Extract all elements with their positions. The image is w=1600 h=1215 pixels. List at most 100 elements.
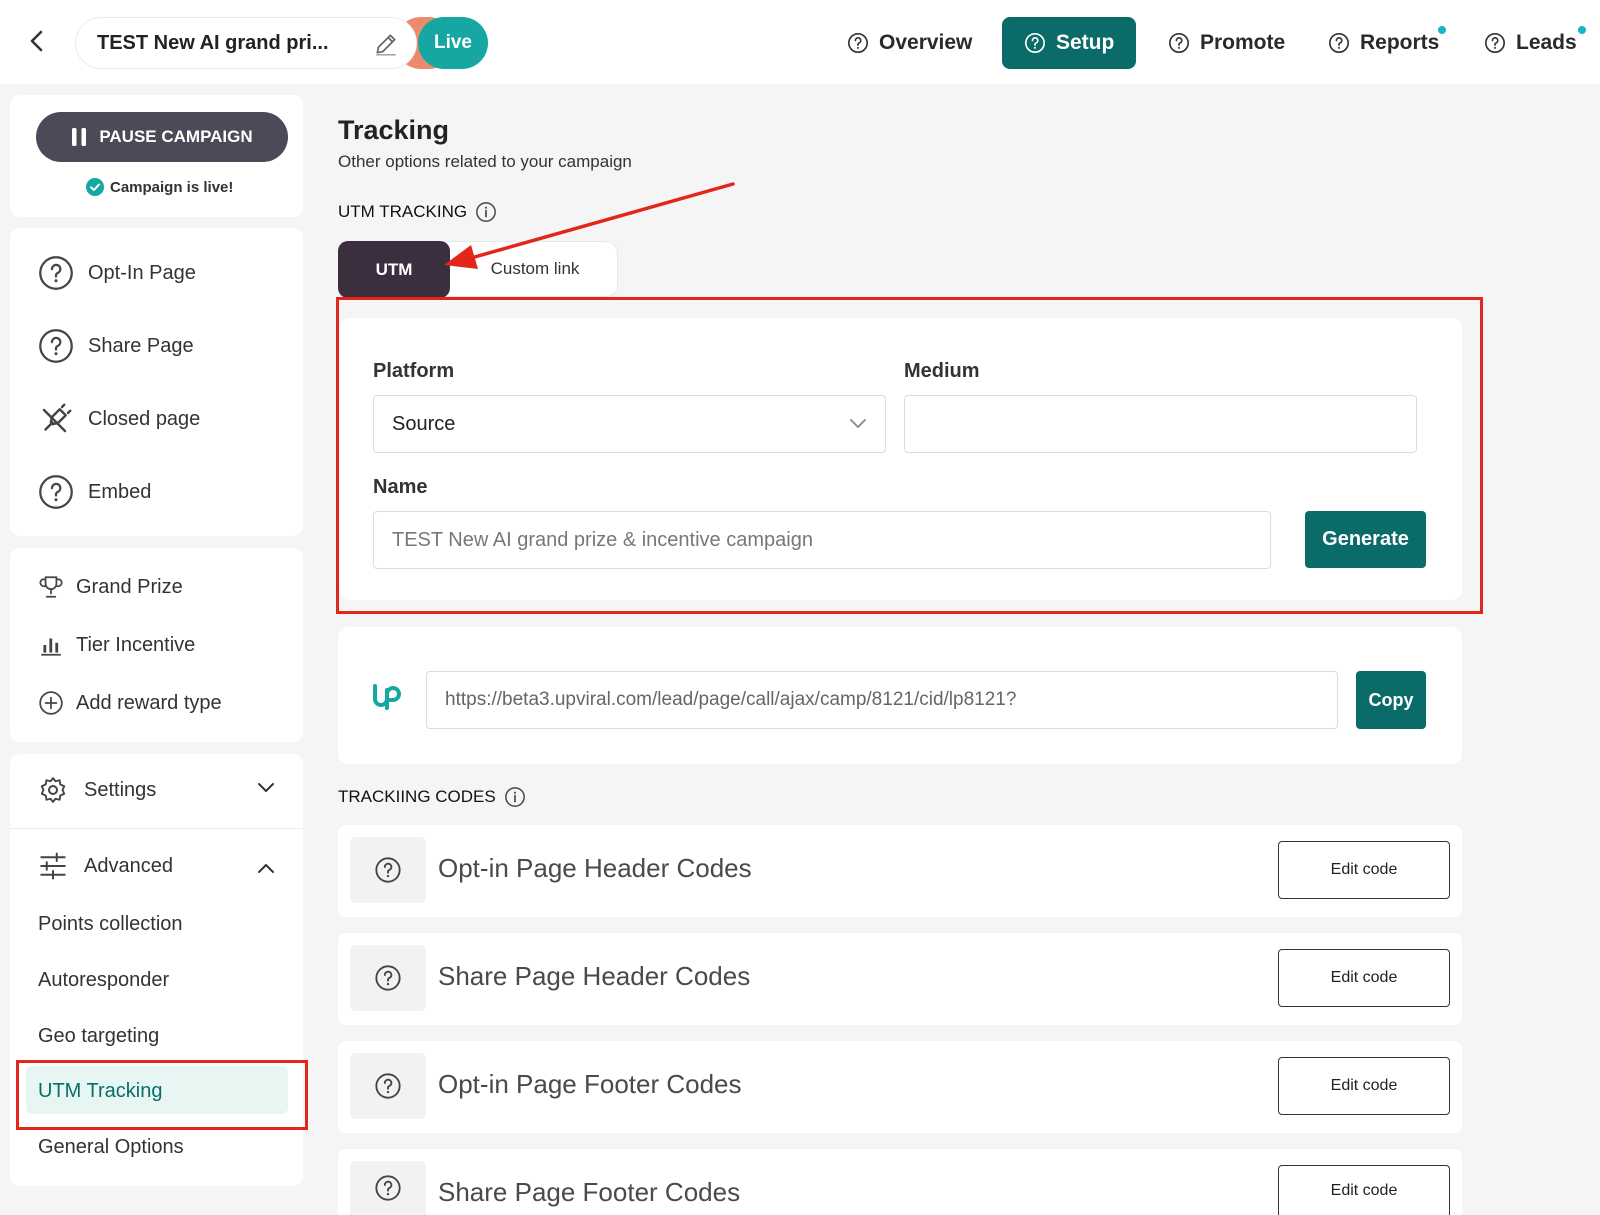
sidebar-item-general-options[interactable]: General Options	[38, 1136, 184, 1159]
sidebar-item-tier-incentive[interactable]: Tier Incentive	[38, 632, 195, 658]
code-card-opt-in-header: Opt-in Page Header Codes Edit code	[338, 825, 1462, 917]
tracking-codes-label: TRACKIING CODES	[338, 787, 496, 806]
page-title: Tracking	[338, 115, 450, 145]
platform-label: Platform	[373, 360, 455, 382]
pencil-icon	[376, 34, 396, 56]
settings-divider	[10, 828, 303, 829]
sidebar-item-label: Share Page	[88, 334, 194, 357]
help-circle-icon	[350, 945, 426, 1011]
edit-code-button[interactable]: Edit code	[1278, 1165, 1450, 1215]
settings-label: Settings	[84, 778, 157, 801]
sidebar-item-label: Tier Incentive	[76, 633, 196, 656]
name-label: Name	[373, 476, 428, 498]
pause-campaign-button[interactable]: PAUSE CAMPAIGN	[36, 112, 288, 162]
trophy-icon	[39, 576, 63, 598]
help-circle-icon	[848, 33, 868, 53]
nav-promote[interactable]: Promote	[1168, 17, 1285, 69]
chevron-down-icon[interactable]	[256, 781, 276, 795]
nav-setup[interactable]: Setup	[1002, 17, 1137, 69]
sidebar-item-share-page[interactable]: Share Page	[38, 328, 194, 364]
plus-circle-icon	[39, 691, 63, 715]
copy-url-button[interactable]: Copy	[1356, 671, 1426, 729]
nav-promote-label: Promote	[1200, 31, 1286, 54]
plug-off-icon	[42, 403, 72, 433]
sidebar-item-geo-targeting[interactable]: Geo targeting	[38, 1025, 159, 1048]
code-card-title: Share Page Footer Codes	[438, 1177, 741, 1207]
advanced-label: Advanced	[84, 854, 173, 877]
nav-reports-label: Reports	[1360, 31, 1440, 54]
platform-selected-value: Source	[392, 412, 456, 435]
page-subtitle: Other options related to your campaign	[338, 152, 632, 171]
edit-code-button[interactable]: Edit code	[1278, 841, 1450, 899]
sidebar-item-label: Add reward type	[76, 691, 222, 714]
medium-label: Medium	[904, 360, 980, 382]
live-status-button[interactable]: Live	[418, 17, 488, 69]
sidebar-item-closed-page[interactable]: Closed page	[38, 401, 200, 437]
nav-leads[interactable]: Leads	[1484, 17, 1577, 69]
sidebar-item-label: Embed	[88, 480, 152, 503]
name-input[interactable]: TEST New AI grand prize & incentive camp…	[373, 511, 1271, 569]
help-circle-icon	[350, 1053, 426, 1119]
pause-icon	[72, 128, 87, 146]
help-circle-icon	[39, 475, 73, 509]
sidebar-item-label: Closed page	[88, 407, 201, 430]
nav-overview[interactable]: Overview	[847, 17, 972, 69]
sidebar-item-autoresponder[interactable]: Autoresponder	[38, 969, 169, 992]
sidebar-item-embed[interactable]: Embed	[38, 474, 151, 510]
sidebar-item-label: Grand Prize	[76, 575, 183, 598]
sliders-icon	[40, 852, 66, 880]
help-circle-icon	[1169, 33, 1189, 53]
upviral-logo-icon	[373, 684, 401, 710]
nav-reports[interactable]: Reports	[1328, 17, 1439, 69]
code-card-title: Share Page Header Codes	[438, 961, 751, 991]
chevron-left-icon	[30, 30, 43, 52]
help-circle-icon	[1025, 33, 1045, 53]
sidebar-item-opt-in-page[interactable]: Opt-In Page	[38, 255, 196, 291]
sidebar-item-grand-prize[interactable]: Grand Prize	[38, 574, 183, 600]
bar-chart-icon	[41, 638, 61, 656]
help-circle-icon	[39, 256, 73, 290]
help-circle-icon	[1329, 33, 1349, 53]
pause-campaign-label: PAUSE CAMPAIGN	[99, 127, 253, 146]
sidebar-item-points-collection[interactable]: Points collection	[38, 913, 183, 936]
sidebar-settings-toggle[interactable]: Settings	[38, 775, 156, 805]
info-icon[interactable]	[504, 786, 526, 808]
add-reward-type-button[interactable]: Add reward type	[38, 690, 222, 716]
annotation-highlight-utm-tracking	[16, 1060, 308, 1130]
help-circle-icon	[1485, 33, 1505, 53]
edit-code-button[interactable]: Edit code	[1278, 949, 1450, 1007]
reports-notification-dot	[1438, 26, 1446, 34]
generated-url-input[interactable]: https://beta3.upviral.com/lead/page/call…	[426, 671, 1338, 729]
nav-leads-label: Leads	[1516, 31, 1577, 54]
back-button[interactable]	[22, 26, 52, 56]
campaign-live-status: Campaign is live!	[86, 178, 233, 196]
tracking-codes-heading: TRACKIING CODES	[338, 786, 526, 808]
edit-code-button[interactable]: Edit code	[1278, 1057, 1450, 1115]
edit-title-button[interactable]	[356, 18, 416, 68]
help-circle-icon	[39, 329, 73, 363]
top-bar: TEST New AI grand pri... Live Overview S…	[0, 0, 1600, 84]
code-card-share-footer: Share Page Footer Codes Edit code	[338, 1149, 1462, 1215]
leads-notification-dot	[1578, 26, 1586, 34]
sidebar-item-label: Opt-In Page	[88, 261, 196, 284]
check-circle-icon	[86, 178, 104, 196]
campaign-title: TEST New AI grand pri...	[97, 32, 329, 54]
code-card-opt-in-footer: Opt-in Page Footer Codes Edit code	[338, 1041, 1462, 1133]
code-card-title: Opt-in Page Header Codes	[438, 853, 752, 883]
help-circle-icon	[350, 837, 426, 903]
code-card-share-header: Share Page Header Codes Edit code	[338, 933, 1462, 1025]
platform-select[interactable]: Source	[373, 395, 886, 453]
live-status-text: Campaign is live!	[110, 178, 234, 196]
sidebar-advanced-toggle[interactable]: Advanced	[38, 852, 173, 880]
nav-overview-label: Overview	[879, 31, 973, 54]
help-circle-icon	[350, 1161, 426, 1215]
chevron-down-icon	[850, 419, 866, 428]
medium-input[interactable]	[904, 395, 1417, 453]
code-card-title: Opt-in Page Footer Codes	[438, 1069, 742, 1099]
generate-button[interactable]: Generate	[1305, 511, 1426, 568]
annotation-arrow-icon	[444, 182, 735, 269]
chevron-up-icon[interactable]	[256, 861, 276, 875]
gear-icon	[40, 777, 66, 803]
nav-setup-label: Setup	[1056, 31, 1115, 54]
campaign-title-pill: TEST New AI grand pri...	[75, 17, 417, 69]
